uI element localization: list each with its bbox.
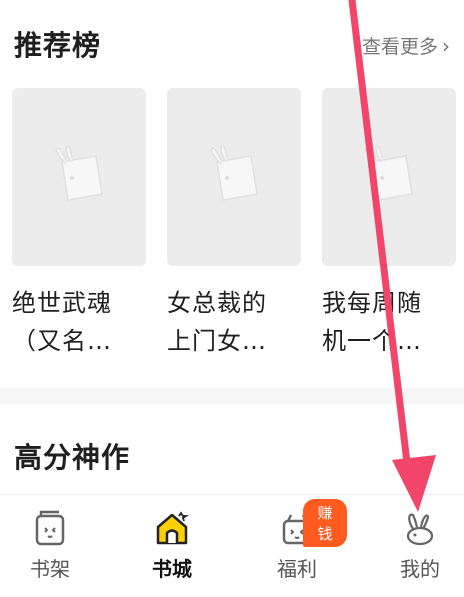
tab-label: 书城	[152, 557, 192, 581]
rabbit-book-icon	[55, 145, 103, 201]
see-more-label: 查看更多	[361, 36, 438, 58]
tab-welfare[interactable]: 赚钱 福利	[247, 499, 347, 582]
tab-label: 福利	[277, 557, 317, 581]
earn-money-badge: 赚钱	[303, 499, 347, 547]
rabbit-book-icon	[210, 145, 258, 201]
chevron-right-icon: ›	[442, 33, 450, 58]
bottom-tab-bar: 书架 书城 赚钱 福利 我的	[0, 494, 464, 597]
rabbit-book-icon	[365, 145, 413, 201]
tab-mine[interactable]: 我的	[370, 509, 464, 582]
book-card[interactable]: 绝世武魂 （又名…	[12, 88, 146, 360]
book-title[interactable]: 女总裁的 上门女…	[167, 284, 301, 360]
section-title-recommend: 推荐榜	[14, 29, 102, 62]
book-title-line: 上门女…	[167, 327, 267, 355]
tab-label: 我的	[400, 557, 440, 581]
book-cover[interactable]	[12, 88, 146, 266]
recommend-book-list: 绝世武魂 （又名… 女总裁的 上门女… 我每周随 机一个…	[0, 88, 464, 368]
tab-label: 书架	[30, 557, 70, 581]
rabbit-icon	[406, 513, 434, 546]
book-title-line: 机一个…	[322, 327, 422, 355]
recommend-header: 推荐榜 查看更多 ›	[14, 22, 450, 66]
book-title[interactable]: 我每周随 机一个…	[322, 284, 456, 360]
book-title-line: 女总裁的	[167, 289, 267, 317]
book-title-line: （又名…	[12, 327, 112, 355]
book-title[interactable]: 绝世武魂 （又名…	[12, 284, 146, 360]
book-cover[interactable]	[322, 88, 456, 266]
tab-bookshelf[interactable]: 书架	[0, 509, 100, 582]
house-icon	[156, 511, 189, 545]
book-title-line: 我每周随	[322, 289, 422, 317]
section-title-high-score: 高分神作	[14, 441, 131, 474]
book-title-line: 绝世武魂	[12, 289, 112, 317]
see-more-link[interactable]: 查看更多 ›	[362, 32, 450, 59]
book-card[interactable]: 女总裁的 上门女…	[167, 88, 301, 360]
tab-bookstore[interactable]: 书城	[122, 509, 222, 582]
book-card[interactable]: 我每周随 机一个…	[322, 88, 456, 360]
section-divider	[0, 388, 464, 404]
book-shelf-icon	[35, 510, 65, 546]
book-cover[interactable]	[167, 88, 301, 266]
